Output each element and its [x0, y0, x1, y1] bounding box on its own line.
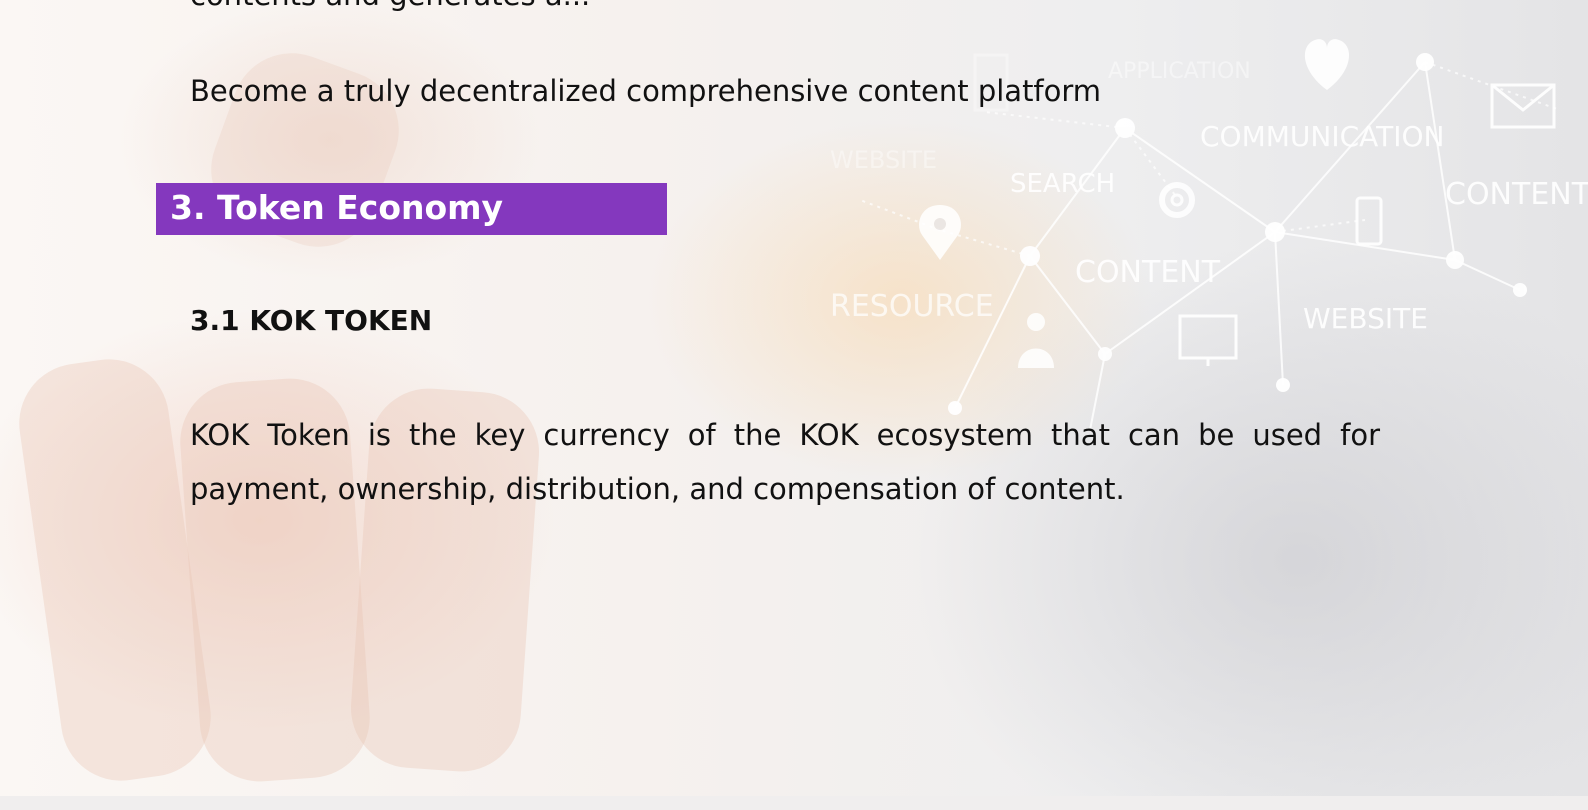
- cut-off-text-line: contents and generates a...: [190, 0, 590, 12]
- document-page: APPLICATION COMMUNICATION CONTENT SEARCH…: [0, 0, 1588, 810]
- subsection-heading: 3.1 KOK TOKEN: [190, 304, 433, 337]
- intro-line: Become a truly decentralized comprehensi…: [190, 74, 1102, 108]
- section-heading: 3. Token Economy: [170, 188, 504, 227]
- section-heading-bar: 3. Token Economy: [156, 183, 667, 235]
- body-paragraph: KOK Token is the key currency of the KOK…: [190, 418, 1380, 506]
- document-content: contents and generates a... Become a tru…: [0, 0, 1588, 810]
